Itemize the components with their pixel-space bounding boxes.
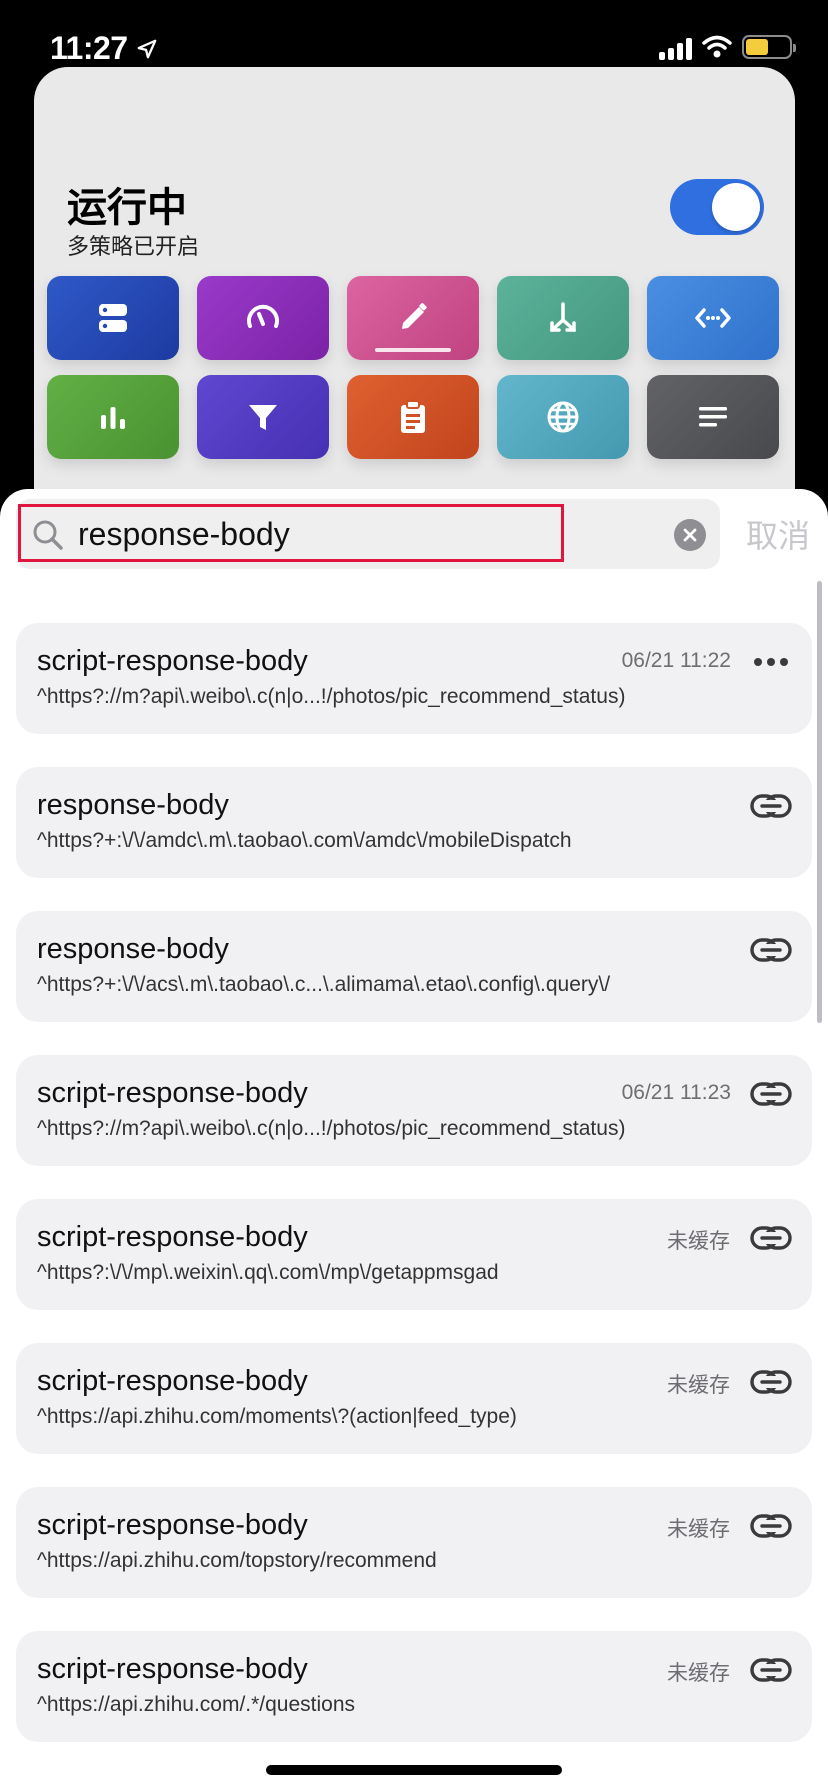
- rule-pattern: ^https?://m?api\.weibo\.c(n|o...!/photos…: [37, 1117, 626, 1140]
- link-button[interactable]: [750, 1511, 792, 1541]
- tile-log[interactable]: [647, 375, 779, 459]
- rule-name: script-response-body: [37, 645, 308, 677]
- tile-rewrite[interactable]: [347, 276, 479, 360]
- cancel-button[interactable]: 取消: [746, 511, 810, 557]
- link-icon: [750, 1082, 792, 1106]
- running-subtitle: 多策略已开启: [67, 234, 200, 259]
- link-icon: [750, 1658, 792, 1682]
- status-card: 运行中 多策略已开启: [34, 67, 795, 537]
- rule-meta: 未缓存: [667, 1230, 730, 1253]
- rule-name: script-response-body: [37, 1077, 308, 1109]
- running-title: 运行中: [67, 186, 187, 230]
- speedometer-icon: [247, 304, 279, 328]
- link-icon: [750, 794, 792, 818]
- code-dots-icon: [695, 308, 731, 328]
- rule-meta: 06/21 11:22: [621, 649, 731, 672]
- toggle-knob: [712, 183, 760, 231]
- link-button[interactable]: [750, 791, 792, 821]
- pencil-icon: [402, 303, 427, 329]
- rule-pattern: ^https?+:\/\/acs\.m\.taobao\.c...\.alima…: [37, 973, 611, 996]
- list-item[interactable]: script-response-body 未缓存 ^https://api.zh…: [16, 1343, 812, 1454]
- filter-icon: [249, 405, 277, 430]
- rule-name: script-response-body: [37, 1221, 308, 1253]
- rule-name: script-response-body: [37, 1509, 308, 1541]
- rule-pattern: ^https://api.zhihu.com/topstory/recommen…: [37, 1549, 437, 1572]
- clear-search-button[interactable]: [674, 519, 706, 551]
- active-tile-indicator: [375, 348, 451, 352]
- rule-meta: 06/21 11:23: [621, 1081, 731, 1104]
- tile-server[interactable]: [47, 276, 179, 360]
- list-item[interactable]: response-body ^https?+:\/\/acs\.m\.taoba…: [16, 911, 812, 1022]
- rule-pattern: ^https?+:\/\/amdc\.m\.taobao\.com\/amdc\…: [37, 829, 572, 852]
- search-sheet: 取消 script-response-body 06/21 11:22 ^htt…: [0, 489, 828, 1792]
- globe-icon: [547, 401, 579, 433]
- rule-pattern: ^https?:\/\/mp\.weixin\.qq\.com\/mp\/get…: [37, 1261, 499, 1284]
- battery-icon: [742, 35, 796, 59]
- more-button[interactable]: [750, 647, 792, 677]
- tile-script[interactable]: [647, 276, 779, 360]
- rule-meta: 未缓存: [667, 1662, 730, 1685]
- tile-speed[interactable]: [197, 276, 329, 360]
- close-icon: [683, 528, 697, 542]
- link-icon: [750, 938, 792, 962]
- location-arrow-icon: [137, 39, 156, 58]
- status-icons: [659, 34, 796, 60]
- rule-pattern: ^https?://m?api\.weibo\.c(n|o...!/photos…: [37, 685, 626, 708]
- status-time: 11:27: [50, 30, 158, 67]
- bar-chart-icon: [101, 407, 125, 429]
- feature-tiles: [47, 276, 784, 459]
- tile-globe[interactable]: [497, 375, 629, 459]
- link-button[interactable]: [750, 935, 792, 965]
- running-toggle[interactable]: [670, 179, 764, 235]
- search-bar[interactable]: [16, 499, 720, 569]
- list-item[interactable]: response-body ^https?+:\/\/amdc\.m\.taob…: [16, 767, 812, 878]
- result-list: script-response-body 06/21 11:22 ^https?…: [16, 623, 812, 1775]
- rule-name: response-body: [37, 789, 229, 821]
- tile-filter[interactable]: [197, 375, 329, 459]
- clipboard-icon: [401, 400, 425, 433]
- rule-pattern: ^https://api.zhihu.com/.*/questions: [37, 1693, 356, 1716]
- rule-pattern: ^https://api.zhihu.com/moments\?(action|…: [37, 1405, 517, 1428]
- rule-meta: 未缓存: [667, 1518, 730, 1541]
- link-button[interactable]: [750, 1367, 792, 1397]
- rule-name: response-body: [37, 933, 229, 965]
- link-button[interactable]: [750, 1223, 792, 1253]
- list-item[interactable]: script-response-body 未缓存 ^https://api.zh…: [16, 1631, 812, 1742]
- rule-name: script-response-body: [37, 1653, 308, 1685]
- wifi-icon: [702, 35, 732, 58]
- search-highlight-box: [18, 504, 564, 562]
- link-button[interactable]: [750, 1079, 792, 1109]
- home-indicator[interactable]: [266, 1765, 562, 1775]
- scrollbar[interactable]: [817, 581, 822, 1023]
- tile-stats[interactable]: [47, 375, 179, 459]
- list-item[interactable]: script-response-body 未缓存 ^https://api.zh…: [16, 1487, 812, 1598]
- link-icon: [750, 1226, 792, 1250]
- more-dots-icon: [754, 658, 788, 666]
- link-icon: [750, 1514, 792, 1538]
- list-item[interactable]: script-response-body 未缓存 ^https?:\/\/mp\…: [16, 1199, 812, 1310]
- link-icon: [750, 1370, 792, 1394]
- rule-name: script-response-body: [37, 1365, 308, 1397]
- list-item[interactable]: script-response-body 06/21 11:23 ^https?…: [16, 1055, 812, 1166]
- link-button[interactable]: [750, 1655, 792, 1685]
- status-time-text: 11:27: [50, 30, 128, 66]
- text-lines-icon: [699, 407, 727, 427]
- tile-rules[interactable]: [497, 276, 629, 360]
- server-icon: [99, 304, 127, 332]
- list-item[interactable]: script-response-body 06/21 11:22 ^https?…: [16, 623, 812, 734]
- cellular-signal-icon: [659, 34, 692, 60]
- rule-meta: 未缓存: [667, 1374, 730, 1397]
- tile-clipboard[interactable]: [347, 375, 479, 459]
- merge-arrows-icon: [550, 302, 576, 332]
